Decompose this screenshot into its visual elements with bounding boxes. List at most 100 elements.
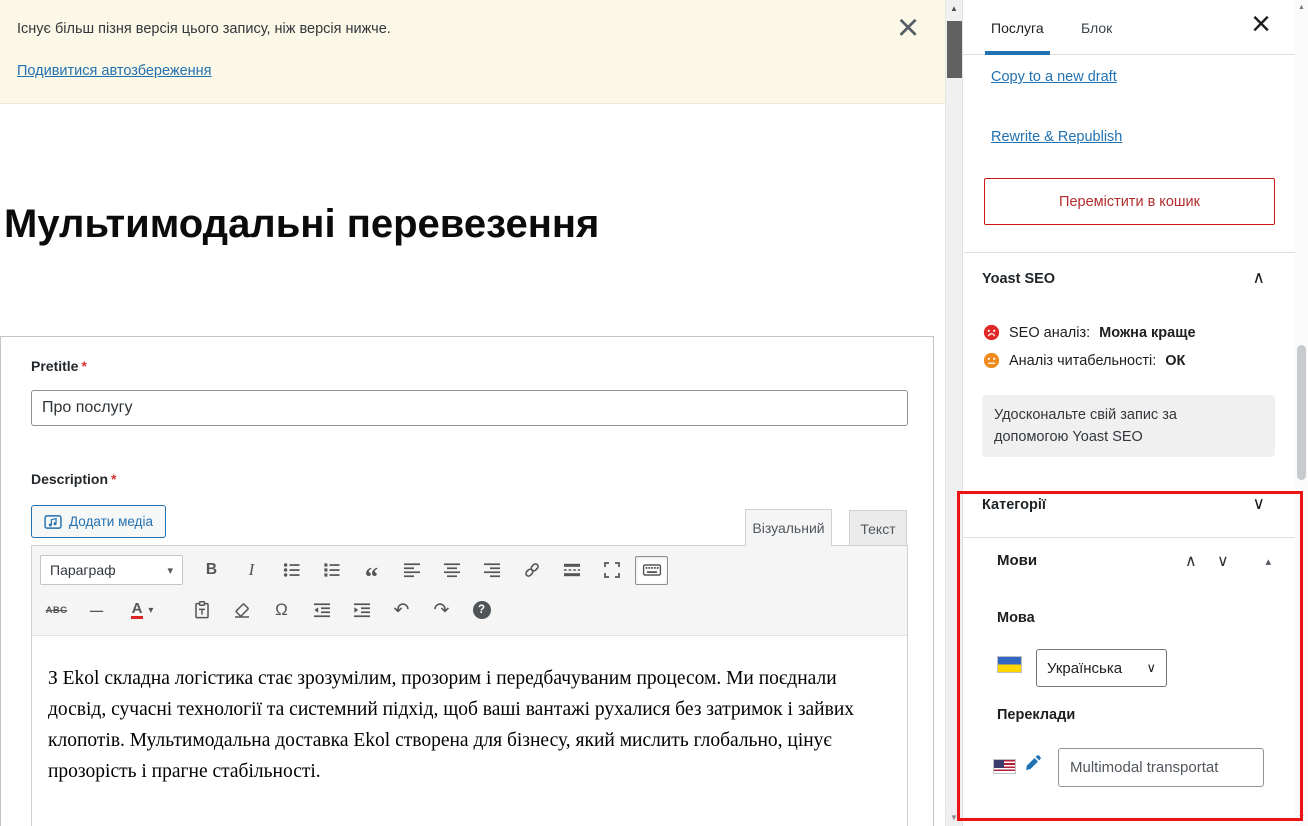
- keyboard-icon: [642, 560, 662, 580]
- paragraph-format-label: Параграф: [50, 562, 116, 578]
- add-media-label: Додати медіа: [69, 514, 153, 529]
- redo-button[interactable]: ↷: [425, 596, 458, 625]
- us-flag-icon: [993, 759, 1016, 774]
- undo-button[interactable]: ↶: [385, 596, 418, 625]
- read-more-button[interactable]: [555, 556, 588, 585]
- main-scrollbar-thumb[interactable]: [947, 21, 962, 78]
- strikethrough-button[interactable]: ABC: [40, 596, 73, 625]
- horizontal-rule-button[interactable]: —: [80, 596, 113, 625]
- collapse-triangle-icon[interactable]: ▴: [1265, 555, 1271, 568]
- chevron-down-icon[interactable]: ∨: [1253, 494, 1265, 514]
- main-scrollbar[interactable]: ▲ ▼: [945, 0, 962, 826]
- edit-pencil-icon[interactable]: [1023, 753, 1043, 773]
- chevron-down-icon: ∨: [1146, 660, 1156, 676]
- language-select-value: Українська: [1047, 660, 1122, 677]
- pretitle-input[interactable]: [31, 390, 908, 426]
- chevron-up-icon[interactable]: ∧: [1253, 268, 1265, 288]
- editor-content-area[interactable]: З Ekol складна логістика стає зрозумілим…: [32, 636, 907, 803]
- fullscreen-button[interactable]: [595, 556, 628, 585]
- seo-analysis-row: SEO аналіз: Можна краще: [983, 324, 1196, 341]
- omega-icon: Ω: [275, 600, 288, 620]
- close-sidebar-icon[interactable]: ×: [1251, 6, 1271, 43]
- categories-heading[interactable]: Категорії: [982, 497, 1046, 513]
- toolbar-toggle-button[interactable]: [635, 556, 668, 585]
- divider: [963, 252, 1295, 253]
- editor-paragraph: З Ekol складна логістика стає зрозумілим…: [48, 663, 891, 787]
- move-to-trash-button[interactable]: Перемістити в кошик: [984, 178, 1275, 225]
- pretitle-label-text: Pretitle: [31, 358, 78, 374]
- yoast-upsell-box: Удоскональте свій запис за допомогою Yoa…: [982, 395, 1275, 457]
- fullscreen-icon: [602, 560, 622, 580]
- readability-value: ОК: [1165, 353, 1185, 369]
- yoast-seo-heading[interactable]: Yoast SEO: [982, 271, 1055, 287]
- move-up-icon[interactable]: ∧: [1185, 551, 1197, 571]
- align-center-icon: [442, 560, 462, 580]
- link-icon: [522, 560, 542, 580]
- italic-icon: I: [249, 560, 255, 580]
- italic-button[interactable]: I: [235, 556, 268, 585]
- view-autosave-link[interactable]: Подивитися автозбереження: [17, 63, 212, 79]
- chevron-down-icon: ▾: [148, 605, 153, 616]
- scroll-down-arrow-icon[interactable]: ▼: [946, 813, 962, 822]
- wysiwyg-editor: Параграф ▾ B I “: [31, 545, 908, 826]
- indent-button[interactable]: [345, 596, 378, 625]
- tab-service[interactable]: Послуга: [985, 0, 1050, 55]
- special-character-button[interactable]: Ω: [265, 596, 298, 625]
- media-icon: [44, 513, 62, 531]
- main-content: Існує більш пізня версія цього запису, н…: [0, 0, 945, 826]
- add-media-button[interactable]: Додати медіа: [31, 505, 166, 538]
- align-right-button[interactable]: [475, 556, 508, 585]
- indent-icon: [352, 600, 372, 620]
- rewrite-republish-link[interactable]: Rewrite & Republish: [991, 129, 1122, 145]
- link-button[interactable]: [515, 556, 548, 585]
- page-title: Мультимодальні перевезення: [4, 202, 599, 247]
- text-color-button[interactable]: A▾: [120, 596, 164, 625]
- blockquote-button[interactable]: “: [355, 556, 388, 585]
- align-left-icon: [402, 560, 422, 580]
- paragraph-format-select[interactable]: Параграф ▾: [40, 555, 183, 585]
- bold-button[interactable]: B: [195, 556, 228, 585]
- seo-analysis-label: SEO аналіз:: [1009, 325, 1090, 341]
- divider: [963, 537, 1295, 538]
- paste-as-text-button[interactable]: [185, 596, 218, 625]
- bullet-list-button[interactable]: [275, 556, 308, 585]
- eraser-icon: [232, 600, 252, 620]
- numbered-list-icon: [322, 560, 342, 580]
- strikethrough-icon: ABC: [46, 605, 68, 616]
- languages-panel-heading[interactable]: Мови: [997, 552, 1037, 569]
- numbered-list-button[interactable]: [315, 556, 348, 585]
- scroll-up-arrow-icon[interactable]: ▲: [1295, 4, 1308, 11]
- sidebar-scrollbar-thumb[interactable]: [1297, 345, 1306, 480]
- editor-toolbar: Параграф ▾ B I “: [32, 546, 907, 636]
- language-select[interactable]: Українська ∨: [1036, 649, 1167, 687]
- scroll-up-arrow-icon[interactable]: ▲: [946, 4, 962, 13]
- tab-text[interactable]: Текст: [849, 510, 907, 546]
- readability-label: Аналіз читабельності:: [1009, 353, 1156, 369]
- scroll-down-arrow-icon[interactable]: ▼: [1295, 814, 1308, 821]
- move-down-icon[interactable]: ∨: [1217, 551, 1229, 571]
- copy-to-draft-link[interactable]: Copy to a new draft: [991, 69, 1117, 85]
- outdent-button[interactable]: [305, 596, 338, 625]
- align-center-button[interactable]: [435, 556, 468, 585]
- readability-row: Аналіз читабельності: ОК: [983, 352, 1185, 369]
- toolbar-row-2: ABC — A▾ Ω ↶ ↷ ?: [40, 591, 899, 629]
- help-button[interactable]: ?: [465, 596, 498, 625]
- text-color-icon: A: [131, 601, 144, 620]
- tab-block[interactable]: Блок: [1075, 0, 1118, 55]
- sidebar-scrollbar[interactable]: ▲ ▼: [1295, 0, 1308, 826]
- redo-icon: ↷: [434, 599, 450, 622]
- tab-visual[interactable]: Візуальний: [745, 509, 832, 546]
- settings-sidebar: Послуга Блок × Copy to a new draft Rewri…: [962, 0, 1295, 826]
- clipboard-icon: [192, 600, 212, 620]
- translation-input[interactable]: [1058, 748, 1264, 787]
- horizontal-rule-icon: —: [90, 603, 103, 618]
- ukraine-flag-icon: [997, 656, 1022, 673]
- align-left-button[interactable]: [395, 556, 428, 585]
- bold-icon: B: [206, 561, 217, 579]
- bullet-list-icon: [282, 560, 302, 580]
- clear-formatting-button[interactable]: [225, 596, 258, 625]
- toolbar-row-1: Параграф ▾ B I “: [40, 551, 899, 589]
- close-icon[interactable]: ×: [897, 8, 919, 50]
- required-asterisk: *: [81, 358, 86, 374]
- sad-face-icon: [983, 324, 1000, 341]
